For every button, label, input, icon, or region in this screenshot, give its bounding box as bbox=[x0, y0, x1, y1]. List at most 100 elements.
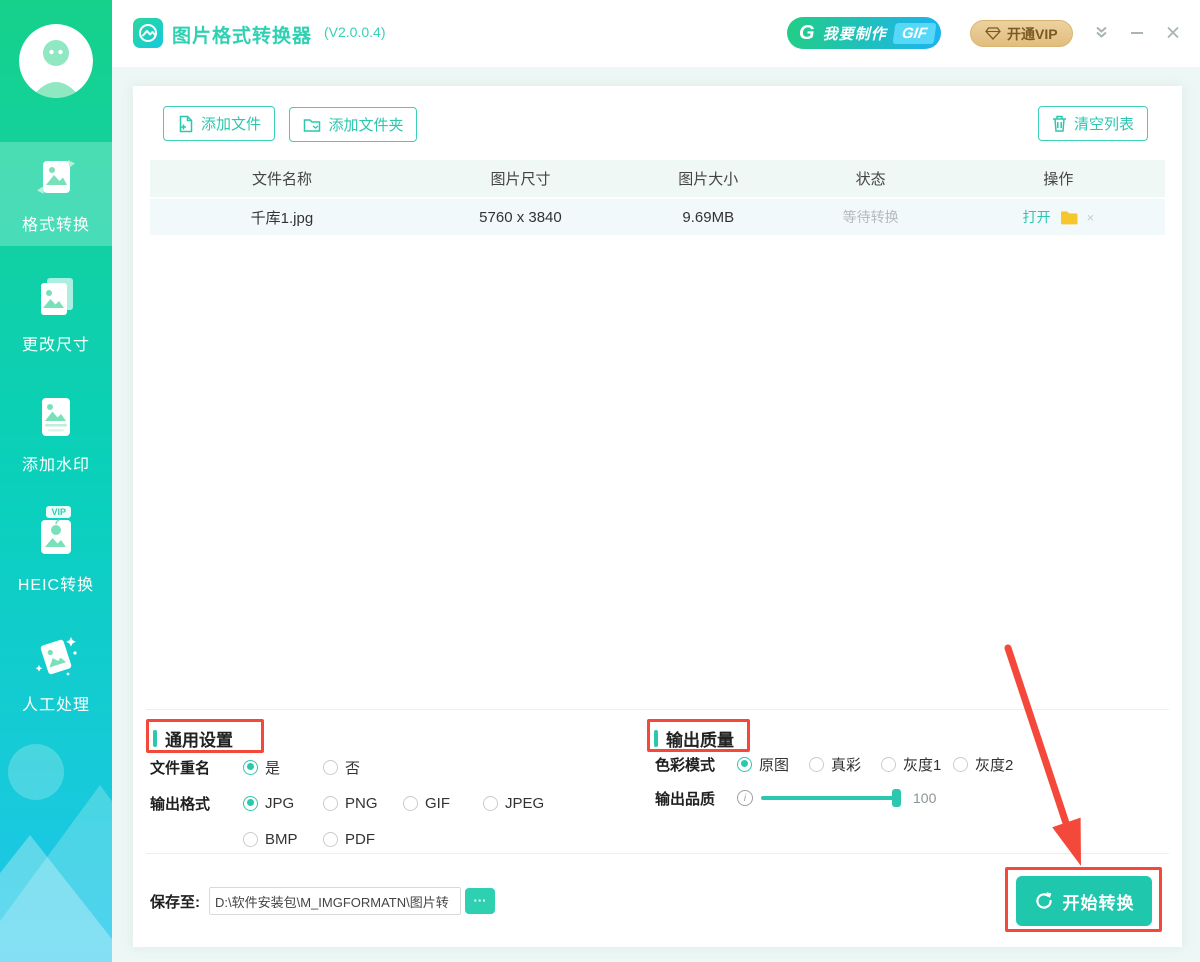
avatar-icon bbox=[19, 24, 93, 98]
sidebar-decoration bbox=[0, 740, 112, 962]
sidebar-item-heic-convert[interactable]: VIP HEIC转换 bbox=[0, 514, 112, 595]
open-vip-label: 开通VIP bbox=[1007, 24, 1058, 44]
quality-slider-row: 输出品质 i 100 bbox=[655, 785, 936, 811]
sidebar-item-label: 更改尺寸 bbox=[0, 331, 112, 355]
info-icon[interactable]: i bbox=[737, 790, 753, 806]
radio-icon bbox=[737, 757, 752, 772]
save-path-input[interactable] bbox=[209, 887, 461, 915]
section-accent-bar bbox=[654, 730, 658, 747]
make-gif-label: 我要制作 bbox=[823, 23, 887, 44]
slider-handle[interactable] bbox=[892, 789, 901, 807]
radio-option-bmp[interactable]: BMP bbox=[243, 831, 323, 848]
title-bar: 图片格式转换器 (V2.0.0.4) G 我要制作 GIF 开通VIP bbox=[112, 0, 1200, 67]
output-quality-label: 输出质量 bbox=[666, 726, 734, 751]
radio-label: 灰度2 bbox=[975, 754, 1013, 775]
radio-icon bbox=[323, 760, 338, 775]
radio-label: 是 bbox=[265, 757, 280, 778]
radio-label: PDF bbox=[345, 831, 375, 848]
add-folder-button[interactable]: 添加文件夹 bbox=[289, 107, 417, 142]
remove-file-icon[interactable]: × bbox=[1087, 210, 1095, 225]
radio-option-png[interactable]: PNG bbox=[323, 795, 403, 812]
collapse-window-icon[interactable] bbox=[1094, 26, 1109, 44]
minimize-icon[interactable] bbox=[1130, 26, 1144, 44]
radio-label: 否 bbox=[345, 757, 360, 778]
heic-convert-icon: VIP bbox=[33, 514, 79, 560]
refresh-icon bbox=[1034, 891, 1054, 911]
add-folder-icon bbox=[303, 117, 321, 133]
sidebar-item-manual-process[interactable]: 人工处理 bbox=[0, 634, 112, 715]
add-file-icon bbox=[177, 115, 194, 133]
row-actions: 打开 × bbox=[952, 207, 1165, 227]
divider bbox=[146, 709, 1169, 710]
app-logo-icon bbox=[133, 18, 163, 53]
watermark-icon bbox=[33, 394, 79, 440]
sidebar-item-label: 格式转换 bbox=[0, 211, 112, 235]
radio-option-gif[interactable]: GIF bbox=[403, 795, 483, 812]
gif-tag: GIF bbox=[892, 23, 936, 44]
quality-label: 输出品质 bbox=[655, 788, 721, 809]
clear-list-button[interactable]: 清空列表 bbox=[1038, 106, 1148, 141]
user-avatar[interactable] bbox=[19, 24, 93, 98]
sidebar-item-format-convert[interactable]: 格式转换 bbox=[0, 154, 112, 235]
output-quality-title: 输出质量 bbox=[654, 726, 734, 751]
radio-icon bbox=[881, 757, 896, 772]
radio-option-yes[interactable]: 是 bbox=[243, 757, 323, 778]
format-label: 输出格式 bbox=[150, 793, 226, 814]
make-gif-button[interactable]: G 我要制作 GIF bbox=[787, 17, 941, 49]
format-setting-row: 输出格式 JPG PNG GIF JPEG bbox=[150, 790, 563, 816]
color-mode-label: 色彩模式 bbox=[655, 754, 721, 775]
radio-option-truecolor[interactable]: 真彩 bbox=[809, 754, 881, 775]
radio-icon bbox=[483, 796, 498, 811]
radio-option-pdf[interactable]: PDF bbox=[323, 831, 403, 848]
format-convert-icon bbox=[33, 154, 79, 200]
save-to-label: 保存至: bbox=[150, 891, 200, 912]
general-settings-label: 通用设置 bbox=[165, 726, 233, 751]
radio-icon bbox=[323, 832, 338, 847]
format-setting-row2: BMP PDF bbox=[150, 826, 403, 852]
file-size: 9.69MB bbox=[627, 209, 789, 226]
divider bbox=[146, 853, 1169, 854]
radio-option-gray2[interactable]: 灰度2 bbox=[953, 754, 1025, 775]
open-vip-button[interactable]: 开通VIP bbox=[970, 20, 1073, 47]
sidebar: 格式转换 更改尺寸 添加水印 bbox=[0, 0, 112, 962]
status-badge: 等待转换 bbox=[789, 207, 951, 227]
app-version: (V2.0.0.4) bbox=[324, 24, 385, 40]
add-file-button[interactable]: 添加文件 bbox=[163, 106, 275, 141]
table-header: 文件名称 图片尺寸 图片大小 状态 操作 bbox=[150, 160, 1165, 197]
close-icon[interactable] bbox=[1166, 26, 1180, 44]
open-file-link[interactable]: 打开 bbox=[1023, 207, 1051, 227]
file-dimensions: 5760 x 3840 bbox=[414, 209, 627, 226]
general-settings-title: 通用设置 bbox=[153, 726, 233, 751]
radio-label: 原图 bbox=[759, 754, 789, 775]
sidebar-item-label: 添加水印 bbox=[0, 451, 112, 475]
col-header-status: 状态 bbox=[789, 168, 951, 189]
main-panel: 添加文件 添加文件夹 清空列表 文件名称 图片尺寸 图片大小 状态 操作 千库1… bbox=[133, 86, 1182, 947]
clear-list-label: 清空列表 bbox=[1074, 113, 1134, 134]
sidebar-item-resize[interactable]: 更改尺寸 bbox=[0, 274, 112, 355]
file-name: 千库1.jpg bbox=[150, 207, 414, 228]
radio-option-original[interactable]: 原图 bbox=[737, 754, 809, 775]
trash-icon bbox=[1052, 115, 1067, 132]
start-convert-button[interactable]: 开始转换 bbox=[1016, 876, 1152, 926]
radio-icon bbox=[403, 796, 418, 811]
radio-option-jpg[interactable]: JPG bbox=[243, 795, 323, 812]
vip-badge: VIP bbox=[46, 506, 71, 518]
resize-icon bbox=[33, 274, 79, 320]
quality-slider[interactable] bbox=[761, 796, 899, 800]
sidebar-item-label: HEIC转换 bbox=[0, 571, 112, 595]
start-convert-label: 开始转换 bbox=[1063, 889, 1135, 914]
radio-option-jpeg[interactable]: JPEG bbox=[483, 795, 563, 812]
add-file-label: 添加文件 bbox=[201, 113, 261, 134]
radio-icon bbox=[243, 796, 258, 811]
radio-label: PNG bbox=[345, 795, 378, 812]
col-header-dimensions: 图片尺寸 bbox=[414, 168, 627, 189]
section-accent-bar bbox=[153, 730, 157, 747]
radio-option-gray1[interactable]: 灰度1 bbox=[881, 754, 953, 775]
sidebar-item-watermark[interactable]: 添加水印 bbox=[0, 394, 112, 475]
folder-icon[interactable] bbox=[1060, 210, 1078, 225]
diamond-icon bbox=[985, 27, 1001, 40]
radio-label: GIF bbox=[425, 795, 450, 812]
radio-option-no[interactable]: 否 bbox=[323, 757, 403, 778]
browse-button[interactable]: ··· bbox=[465, 888, 495, 914]
manual-process-icon bbox=[33, 634, 79, 680]
